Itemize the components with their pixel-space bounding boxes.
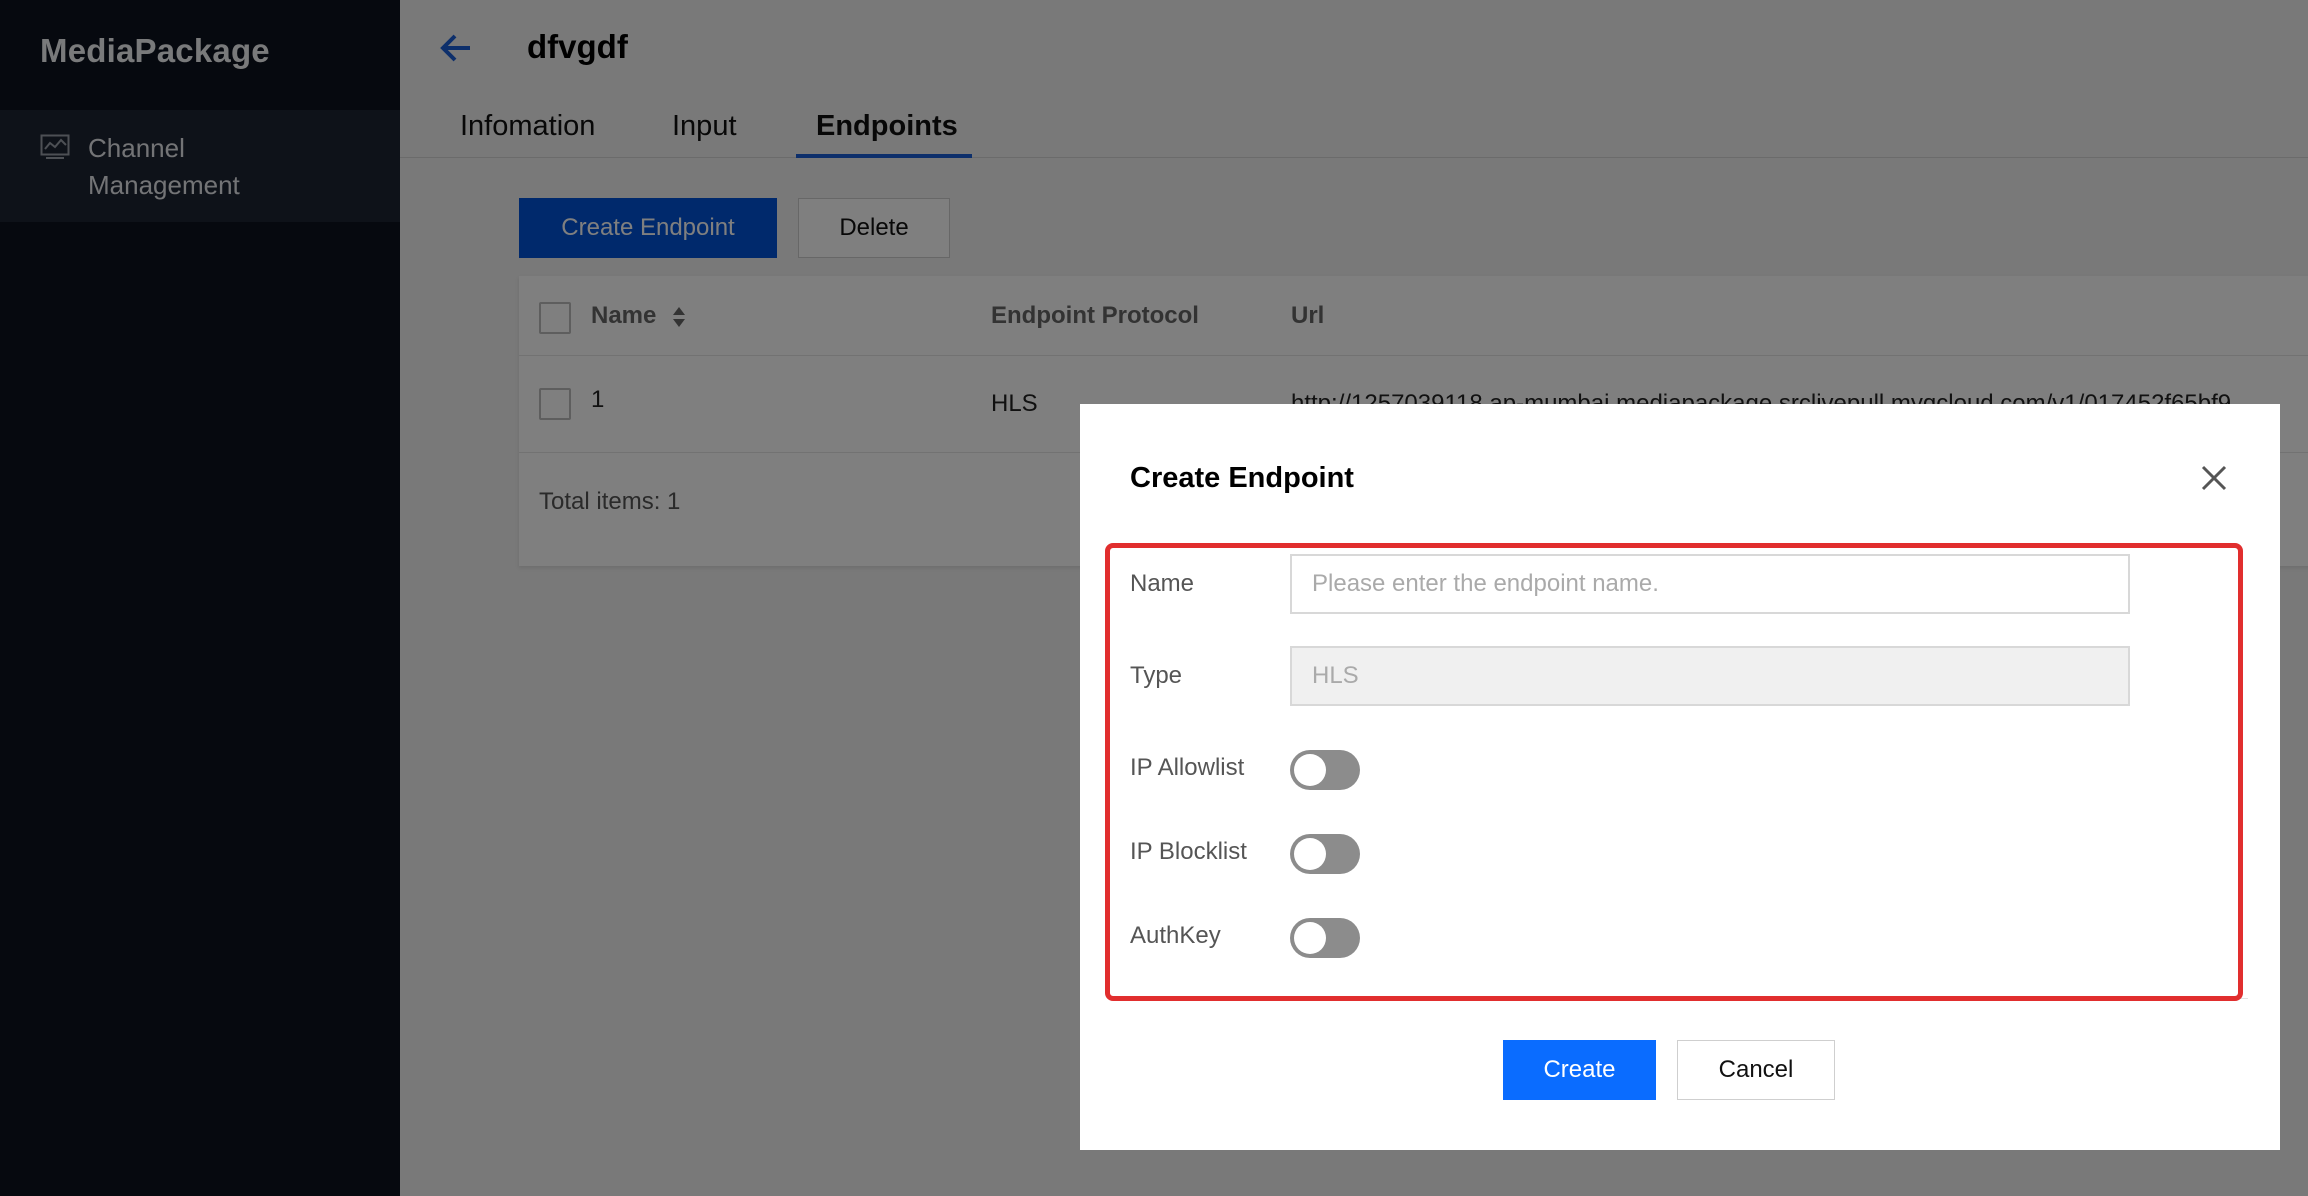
ip-blocklist-label: IP Blocklist: [1130, 838, 1247, 865]
toggle-knob: [1294, 922, 1326, 954]
create-button[interactable]: Create: [1503, 1040, 1656, 1100]
cancel-button[interactable]: Cancel: [1677, 1040, 1835, 1100]
dialog-title: Create Endpoint: [1130, 462, 1354, 494]
name-label: Name: [1130, 570, 1195, 597]
toggle-knob: [1294, 838, 1326, 870]
ip-allowlist-toggle[interactable]: [1290, 750, 1360, 790]
type-field: HLS: [1290, 646, 2130, 706]
create-endpoint-dialog: Create Endpoint Name Type HLS IP Allowli…: [1080, 404, 2280, 1150]
type-label: Type: [1130, 662, 1183, 689]
endpoint-name-input[interactable]: [1290, 554, 2130, 614]
close-icon[interactable]: [2200, 464, 2228, 492]
authkey-toggle[interactable]: [1290, 918, 1360, 958]
ip-allowlist-label: IP Allowlist: [1130, 754, 1245, 781]
authkey-label: AuthKey: [1130, 922, 1221, 949]
toggle-knob: [1294, 754, 1326, 786]
ip-blocklist-toggle[interactable]: [1290, 834, 1360, 874]
